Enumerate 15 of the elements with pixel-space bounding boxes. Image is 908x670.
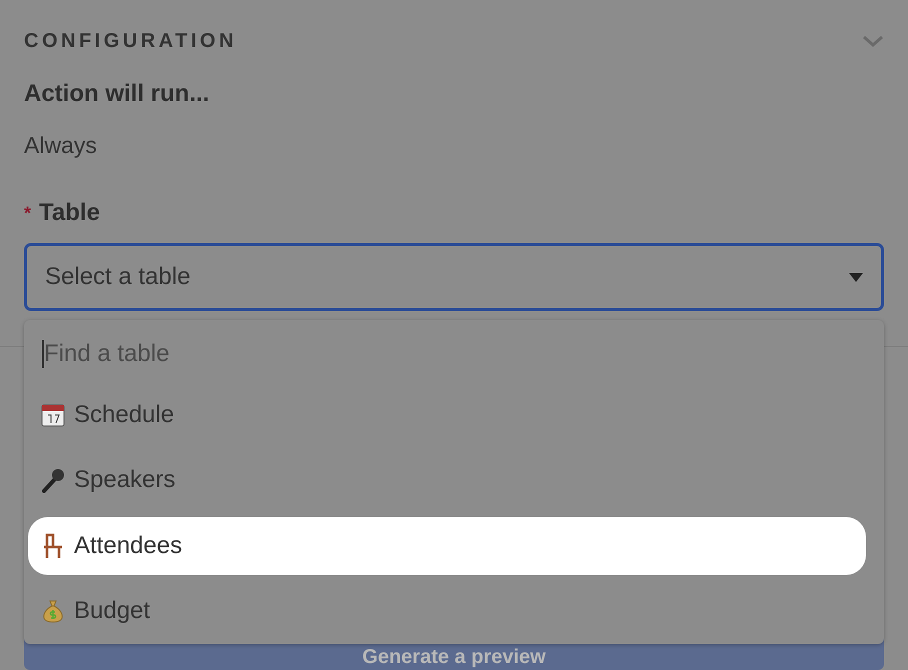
run-condition-label: Action will run...	[24, 80, 210, 108]
field-label: Table	[39, 199, 100, 227]
run-condition-value: Always	[24, 132, 98, 159]
calendar-icon	[40, 402, 66, 428]
chevron-icon[interactable]	[862, 34, 884, 48]
section-title: CONFIGURATION	[24, 30, 237, 52]
table-option[interactable]: Attendees	[28, 517, 866, 574]
required-mark: *	[24, 202, 32, 224]
table-option[interactable]: Speakers	[28, 452, 866, 509]
table-option[interactable]: Schedule	[28, 386, 866, 444]
caret-icon	[849, 272, 863, 282]
search-field[interactable]: Find a table	[42, 340, 346, 368]
select-placeholder: Select a table	[45, 263, 190, 291]
table-select[interactable]: Select a table	[24, 243, 884, 311]
microphone-icon	[40, 467, 66, 494]
